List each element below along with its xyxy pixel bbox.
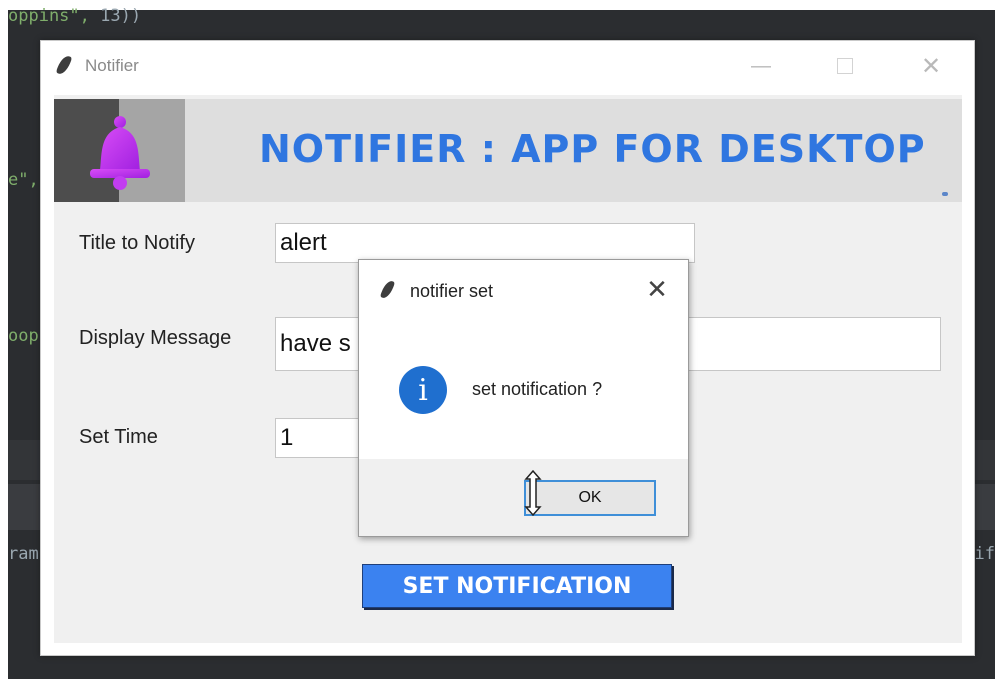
info-glyph: i (418, 372, 428, 408)
dialog-close-button[interactable]: ✕ (641, 274, 673, 304)
ok-label: OK (578, 489, 602, 506)
time-label: Set Time (79, 426, 158, 448)
window-title: Notifier (85, 56, 139, 75)
text-cursor-icon (524, 469, 542, 517)
code-fragment: oppins", 13)) (8, 6, 141, 26)
dialog-message: set notification ? (472, 379, 603, 399)
dialog-footer: OK (359, 459, 688, 536)
title-label: Title to Notify (79, 232, 195, 254)
code-fragment: ram (8, 544, 39, 564)
confirm-dialog: notifier set ✕ i set notification ? OK (358, 259, 689, 537)
code-text: 13)) (100, 6, 142, 26)
minimize-button[interactable]: — (741, 49, 781, 83)
bell-icon (90, 116, 150, 190)
maximize-button[interactable] (825, 49, 865, 83)
code-fragment: if (974, 544, 995, 564)
set-notification-button[interactable]: SET NOTIFICATION (362, 564, 672, 608)
window-titlebar[interactable]: Notifier — ✕ (41, 41, 974, 95)
app-banner: NOTIFIER : APP FOR DESKTOP (54, 99, 962, 202)
code-string: oppins", (8, 6, 101, 26)
title-input[interactable]: alert (275, 223, 695, 263)
logo-tile (54, 99, 185, 202)
banner-decoration (942, 192, 948, 196)
close-button[interactable]: ✕ (911, 49, 951, 83)
info-icon: i (399, 366, 447, 414)
close-icon: ✕ (920, 52, 942, 80)
message-label: Display Message (79, 327, 232, 349)
feather-icon (379, 279, 396, 300)
code-fragment: e", (8, 170, 39, 190)
banner-title: NOTIFIER : APP FOR DESKTOP (259, 127, 926, 171)
minimize-icon: — (751, 54, 771, 77)
code-fragment: oop (8, 326, 39, 346)
dialog-title: notifier set (410, 281, 494, 301)
feather-icon (55, 53, 73, 77)
maximize-icon (837, 58, 853, 74)
close-icon: ✕ (646, 273, 668, 304)
